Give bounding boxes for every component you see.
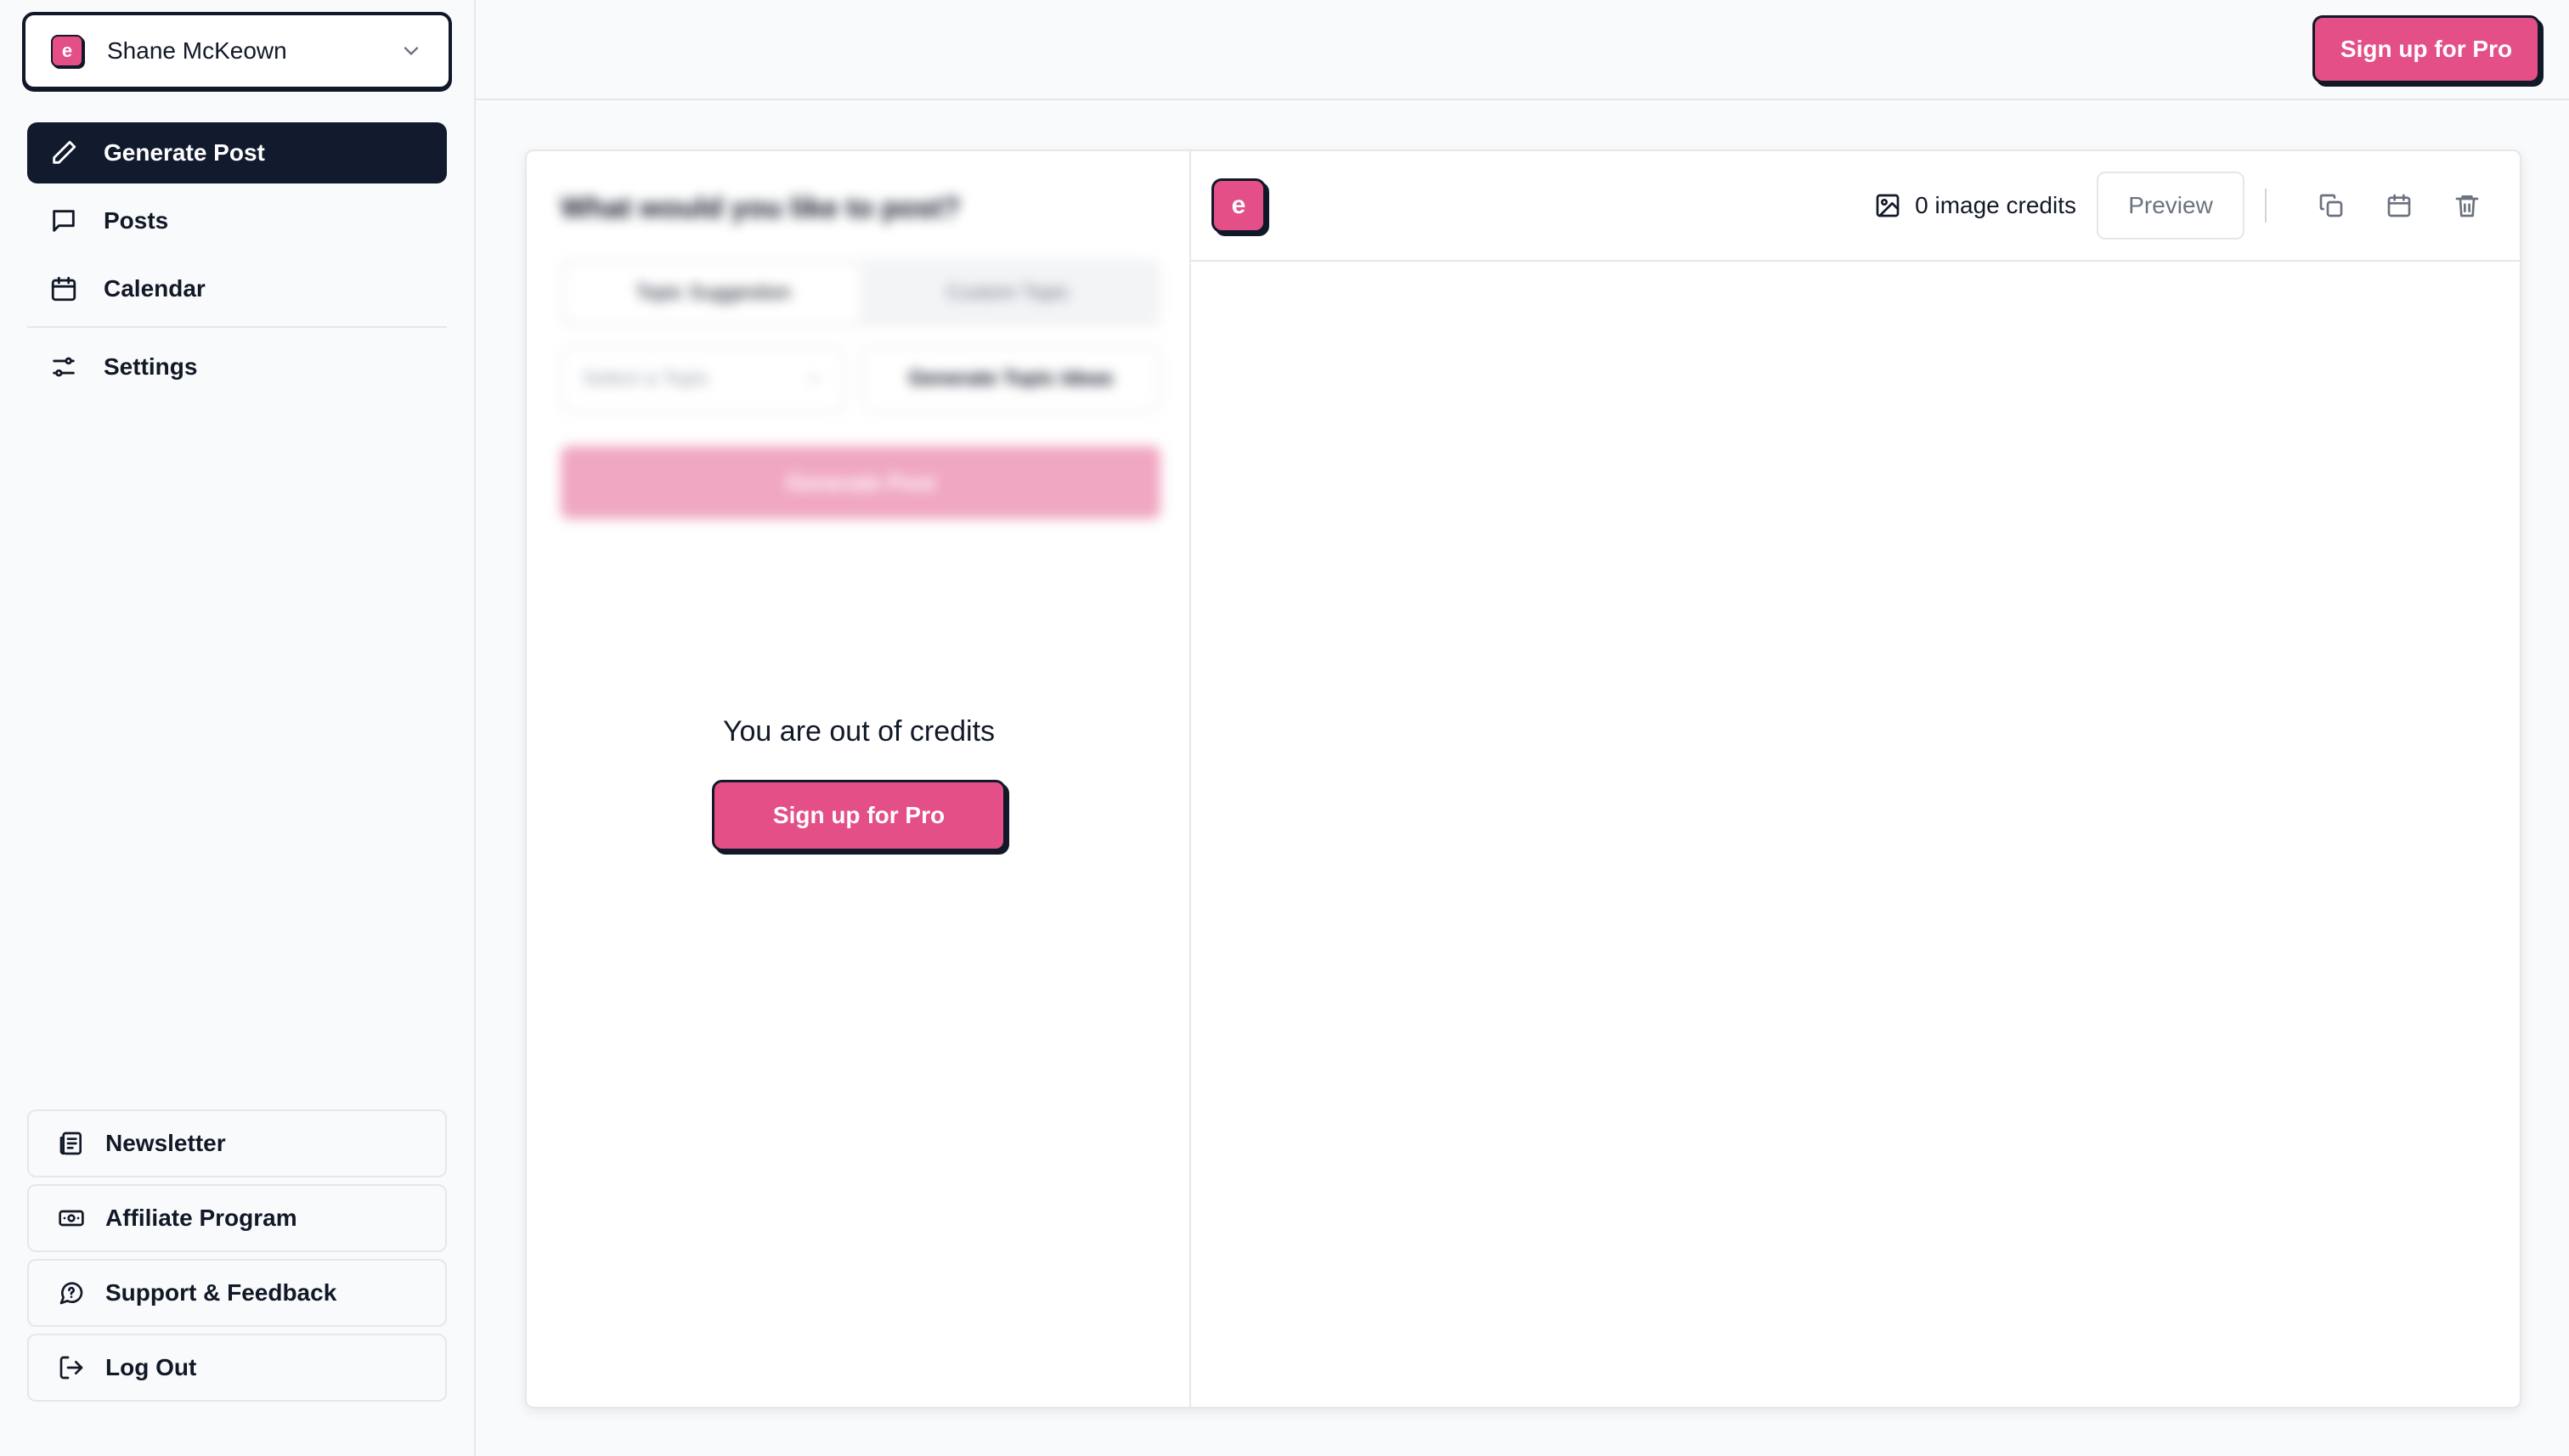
sidebar-item-label: Calendar — [104, 275, 206, 302]
copy-button[interactable] — [2307, 182, 2355, 229]
log-out-link[interactable]: Log Out — [27, 1334, 447, 1402]
account-switcher[interactable]: e Shane McKeown — [22, 12, 452, 90]
schedule-button[interactable] — [2375, 182, 2423, 229]
sidebar-item-posts[interactable]: Posts — [27, 190, 447, 251]
calendar-icon — [51, 276, 76, 302]
log-out-label: Log Out — [105, 1354, 197, 1380]
sidebar: e Shane McKeown Generate Post Posts Cale… — [0, 0, 476, 1456]
sidebar-item-settings[interactable]: Settings — [27, 336, 447, 398]
sidebar-item-generate-post[interactable]: Generate Post — [27, 122, 447, 183]
sidebar-item-label: Generate Post — [104, 139, 265, 166]
tab-topic-suggestion: Topic Suggestion — [566, 264, 861, 322]
blurred-composer: What would you like to post? Topic Sugge… — [561, 192, 1160, 519]
preview-button[interactable]: Preview — [2097, 172, 2244, 240]
trash-icon — [2455, 195, 2479, 217]
preview-pane: e 0 image credits Preview — [1191, 151, 2520, 1407]
message-icon — [53, 210, 75, 232]
newspaper-icon — [59, 1132, 82, 1155]
chevron-down-icon — [404, 47, 419, 55]
topic-tabs: Topic Suggestion Custom Topic — [561, 259, 1160, 327]
nav-divider — [27, 326, 447, 328]
topic-select-placeholder: Select a Topic — [583, 367, 709, 390]
support-feedback-label: Support & Feedback — [105, 1279, 337, 1306]
preview-toolbar: e 0 image credits Preview — [1191, 151, 2520, 262]
logout-icon — [59, 1356, 83, 1380]
chevron-down-icon — [809, 375, 819, 382]
pencil-icon — [53, 140, 76, 164]
affiliate-program-link[interactable]: Affiliate Program — [27, 1184, 447, 1252]
sliders-icon — [53, 357, 75, 377]
toolbar-divider — [2265, 189, 2267, 223]
delete-button[interactable] — [2443, 182, 2491, 229]
support-feedback-link[interactable]: Support & Feedback — [27, 1259, 447, 1327]
sign-up-pro-cta-button[interactable]: Sign up for Pro — [712, 780, 1006, 851]
account-name: Shane McKeown — [107, 37, 287, 64]
sidebar-item-label: Posts — [104, 207, 169, 234]
copy-icon — [2319, 194, 2343, 217]
affiliate-program-label: Affiliate Program — [105, 1205, 297, 1231]
account-avatar: e — [51, 35, 83, 67]
generate-topic-ideas-button: Generate Topic Ideas — [861, 346, 1160, 412]
topic-controls: Select a Topic Generate Topic Ideas — [561, 346, 1160, 412]
post-editor-card: What would you like to post? Topic Sugge… — [525, 150, 2521, 1408]
out-of-credits-message: You are out of credits — [722, 715, 996, 748]
newsletter-link[interactable]: Newsletter — [27, 1109, 447, 1177]
sidebar-nav: Generate Post Posts Calendar Settings — [27, 122, 447, 404]
calendar-icon — [2387, 194, 2411, 217]
banknote-icon — [59, 1210, 84, 1227]
topic-select: Select a Topic — [561, 346, 844, 412]
generate-post-button: Generate Post — [561, 446, 1160, 519]
chat-help-icon — [59, 1282, 83, 1305]
sidebar-item-calendar[interactable]: Calendar — [27, 258, 447, 319]
sidebar-bottom-links: Newsletter Affiliate Program Support & F… — [27, 1109, 447, 1408]
image-icon — [1876, 194, 1900, 217]
sign-up-pro-button[interactable]: Sign up for Pro — [2312, 15, 2540, 83]
composer-title: What would you like to post? — [561, 192, 961, 224]
composer-pane: What would you like to post? Topic Sugge… — [527, 151, 1191, 1407]
app-logo: e — [1211, 178, 1266, 233]
topbar: Sign up for Pro — [476, 0, 2569, 100]
image-credits: 0 image credits — [1874, 192, 2076, 219]
newsletter-label: Newsletter — [105, 1130, 226, 1156]
sidebar-item-label: Settings — [104, 353, 198, 380]
tab-custom-topic: Custom Topic — [946, 281, 1070, 304]
image-credits-label: 0 image credits — [1915, 192, 2076, 218]
preview-actions: 0 image credits Preview — [1874, 172, 2491, 240]
